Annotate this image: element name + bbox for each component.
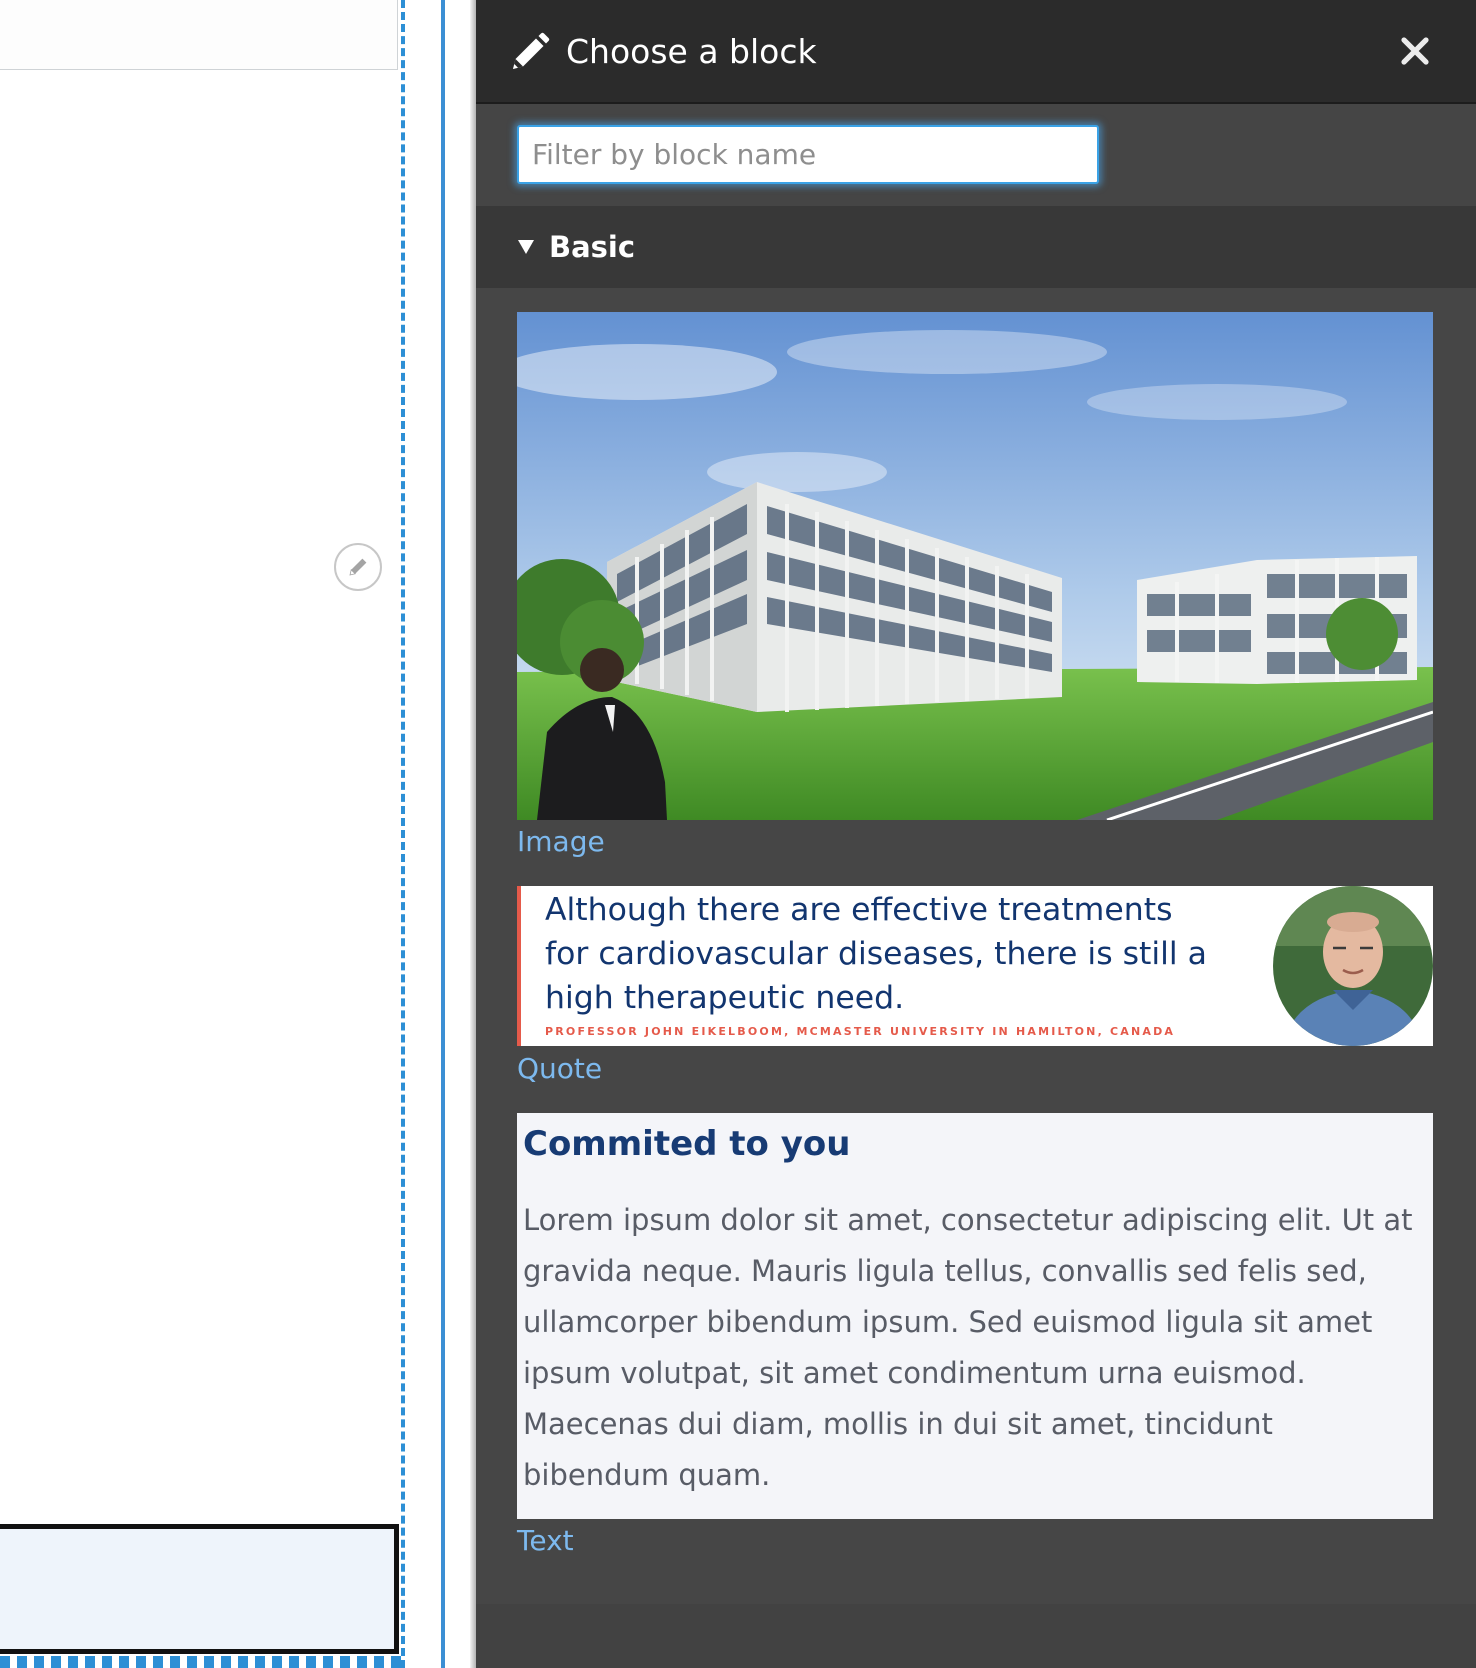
selected-content-block[interactable] — [0, 1524, 399, 1654]
image-block-thumbnail[interactable] — [517, 312, 1433, 820]
text-block-thumbnail[interactable]: Commited to you Lorem ipsum dolor sit am… — [517, 1113, 1433, 1519]
quote-author: PROFESSOR JOHN EIKELBOOM, MCMASTER UNIVE… — [545, 1025, 1176, 1038]
block-chooser-panel: Choose a block Basic — [476, 0, 1476, 1668]
editor-canvas — [0, 0, 470, 1668]
text-heading: Commited to you — [523, 1124, 851, 1164]
panel-title: Choose a block — [566, 32, 817, 71]
caret-down-icon — [518, 240, 534, 254]
content-block-top[interactable] — [0, 0, 398, 70]
filter-input[interactable] — [517, 125, 1099, 184]
text-body: Lorem ipsum dolor sit amet, consectetur … — [523, 1203, 1413, 1492]
category-label: Basic — [549, 230, 636, 264]
quote-block-thumbnail[interactable]: Although there are effective treatments … — [517, 886, 1433, 1046]
pencil-icon — [349, 558, 367, 576]
close-icon[interactable] — [1398, 34, 1432, 68]
filter-area — [476, 104, 1476, 206]
region-border — [441, 0, 445, 1668]
section-boundary-dashed — [401, 0, 405, 1668]
panel-header: Choose a block — [476, 0, 1476, 104]
panel-footer-area — [476, 1604, 1476, 1668]
block-label-quote[interactable]: Quote — [517, 1051, 602, 1087]
quote-accent-bar — [517, 886, 521, 1046]
dropzone-indicator — [0, 1656, 402, 1668]
category-basic[interactable]: Basic — [476, 206, 1476, 288]
block-label-text[interactable]: Text — [517, 1523, 574, 1559]
edit-block-button[interactable] — [334, 543, 382, 591]
quote-text: Although there are effective treatments … — [545, 892, 1207, 1016]
building-photo — [517, 312, 1433, 820]
author-avatar — [1273, 886, 1433, 1046]
block-label-image[interactable]: Image — [517, 824, 605, 860]
pencil-icon — [513, 32, 550, 69]
